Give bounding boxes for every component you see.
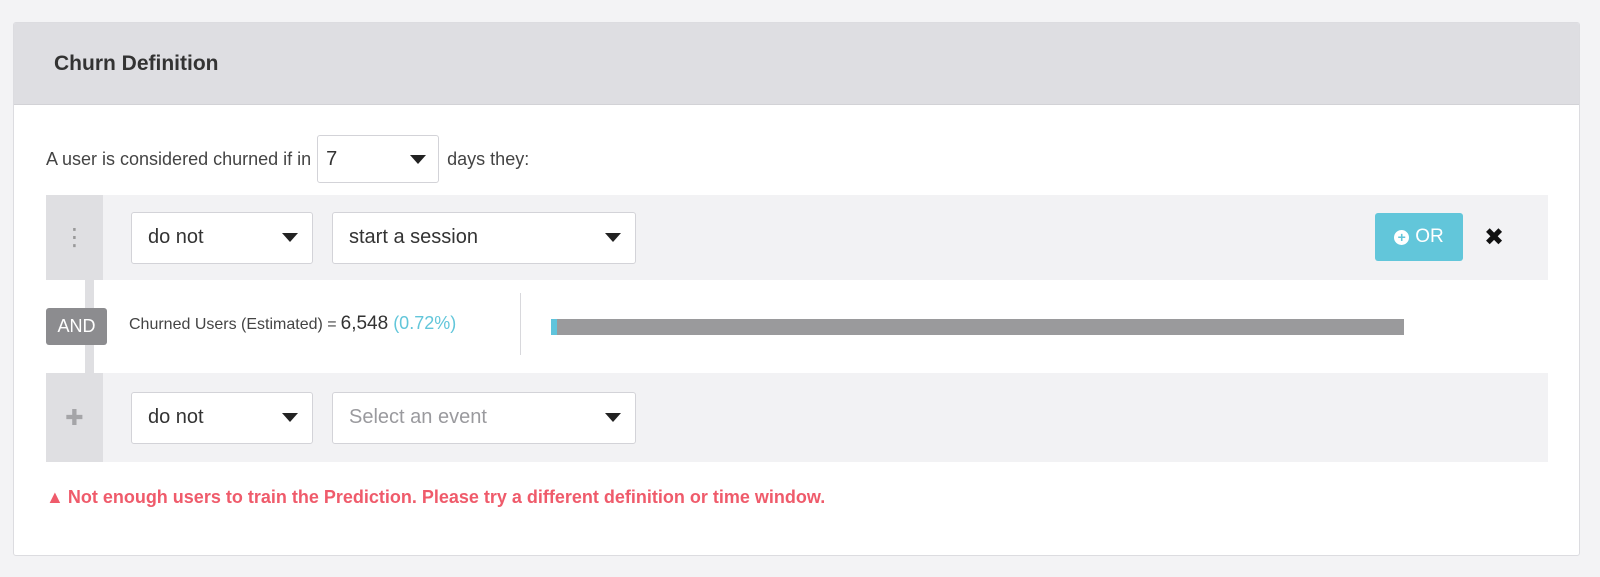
negation-select-value: do not	[148, 226, 204, 248]
event-select-placeholder: Select an event	[349, 406, 487, 428]
filter-row: ✚ do not Select an event	[46, 373, 1548, 462]
sentence-prefix: A user is considered churned if in	[46, 148, 312, 169]
event-select[interactable]: start a session	[332, 211, 636, 264]
add-or-button[interactable]: + OR	[1375, 213, 1463, 261]
validation-warning: ▲ Not enough users to train the Predicti…	[46, 483, 825, 511]
negation-select[interactable]: do not	[131, 391, 313, 444]
chevron-down-icon	[605, 233, 621, 242]
chevron-down-icon	[282, 233, 298, 242]
negation-select[interactable]: do not	[131, 211, 313, 264]
panel-header: Churn Definition	[14, 23, 1579, 105]
negation-select-value: do not	[148, 406, 204, 428]
panel-title: Churn Definition	[54, 51, 219, 75]
event-select-value: start a session	[349, 226, 478, 248]
filter-row: ⋮ do not start a session + OR ✖	[46, 195, 1548, 280]
warning-text: Not enough users to train the Prediction…	[67, 486, 826, 507]
divider	[520, 293, 521, 355]
plus-icon[interactable]: ✚	[46, 373, 103, 462]
sentence-suffix: days they:	[447, 148, 530, 169]
estimate-count: 6,548	[340, 313, 389, 334]
drag-handle-icon[interactable]: ⋮	[46, 195, 103, 280]
event-select[interactable]: Select an event	[332, 391, 636, 444]
estimate-percent: (0.72%)	[393, 313, 457, 333]
and-badge: AND	[46, 308, 107, 345]
chevron-down-icon	[605, 413, 621, 422]
plus-circle-icon: +	[1394, 229, 1410, 245]
estimate-label: Churned Users (Estimated) =	[129, 316, 337, 333]
or-button-label: OR	[1415, 226, 1444, 247]
estimate-progress-bar	[551, 319, 1404, 335]
warning-triangle-icon: ▲	[46, 486, 64, 507]
days-select[interactable]: 7	[317, 135, 440, 183]
churn-definition-panel: Churn Definition A user is considered ch…	[13, 22, 1580, 556]
estimate-progress-fill	[551, 319, 558, 335]
chevron-down-icon	[410, 154, 427, 164]
chevron-down-icon	[282, 413, 298, 422]
churn-sentence: A user is considered churned if in 7 day…	[46, 135, 529, 183]
close-icon[interactable]: ✖	[1478, 221, 1510, 253]
churn-estimate: Churned Users (Estimated) = 6,548 (0.72%…	[129, 313, 456, 341]
days-select-value: 7	[326, 147, 338, 170]
